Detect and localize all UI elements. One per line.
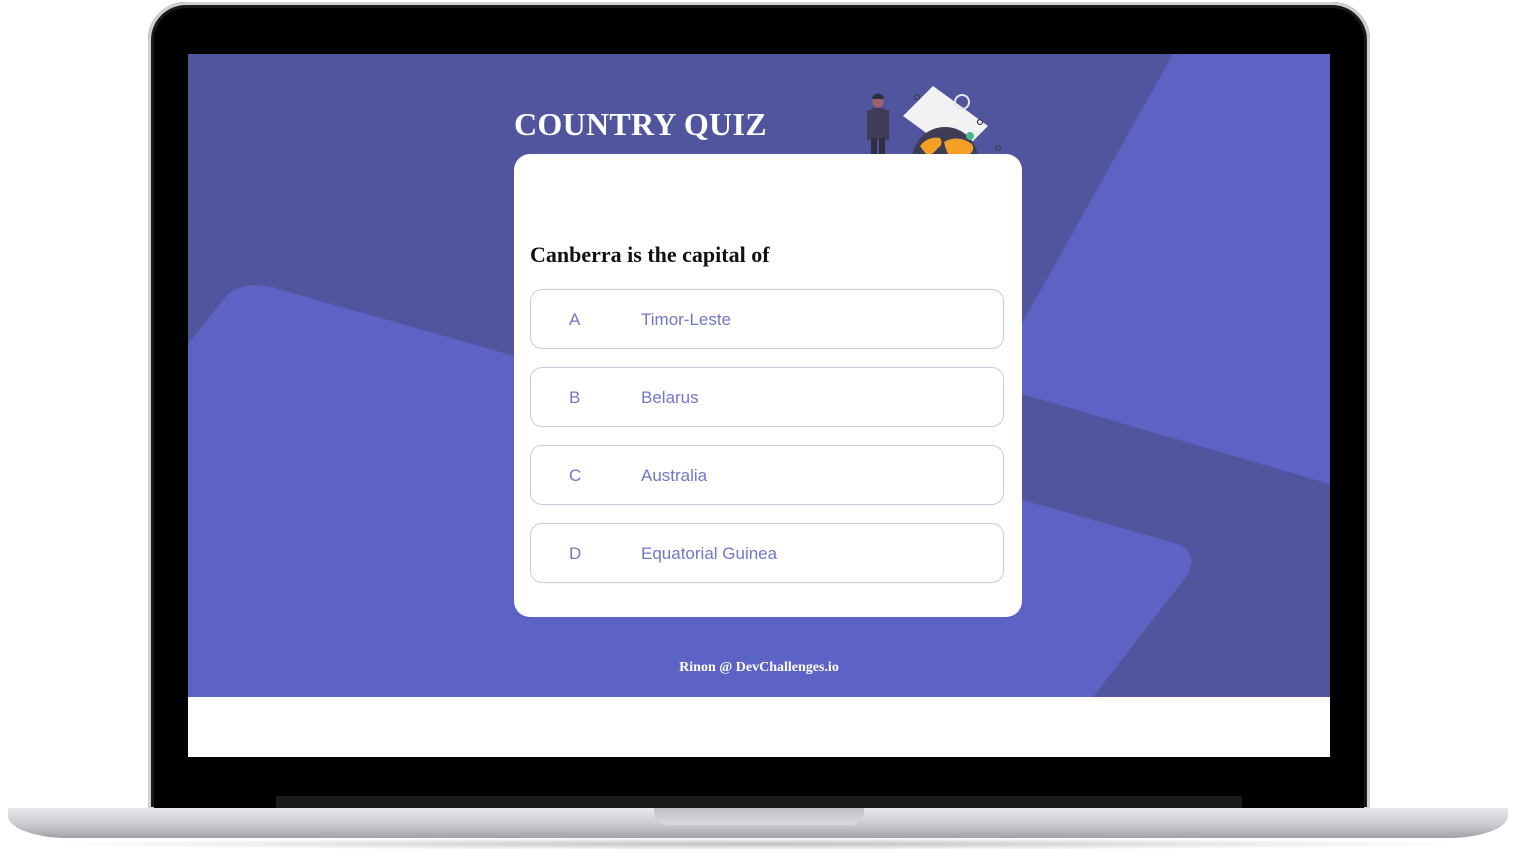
quiz-app: COUNTRY QUIZ Canberra is the capital of … <box>188 54 1330 697</box>
option-label: Timor-Leste <box>641 310 732 329</box>
quiz-title: COUNTRY QUIZ <box>514 106 767 142</box>
laptop-hinge <box>276 796 1242 808</box>
screen: COUNTRY QUIZ Canberra is the capital of … <box>188 54 1330 757</box>
option-letter: D <box>569 544 582 563</box>
option-label: Equatorial Guinea <box>641 544 778 563</box>
laptop-notch <box>654 808 864 825</box>
option-letter: B <box>569 388 581 407</box>
option-label: Australia <box>641 466 708 485</box>
question-text: Canberra is the capital of <box>530 242 770 267</box>
option-c[interactable]: C Australia <box>530 445 1004 505</box>
question-card: Canberra is the capital of A Timor-Leste… <box>514 154 1022 617</box>
option-a[interactable]: A Timor-Leste <box>530 289 1004 349</box>
option-letter: A <box>569 310 581 329</box>
option-label: Belarus <box>641 388 699 407</box>
footer-credit: Rinon @ DevChallenges.io <box>679 660 839 675</box>
option-d[interactable]: D Equatorial Guinea <box>530 523 1004 583</box>
laptop-shadow <box>40 838 1476 850</box>
option-letter: C <box>569 466 582 485</box>
option-b[interactable]: B Belarus <box>530 367 1004 427</box>
